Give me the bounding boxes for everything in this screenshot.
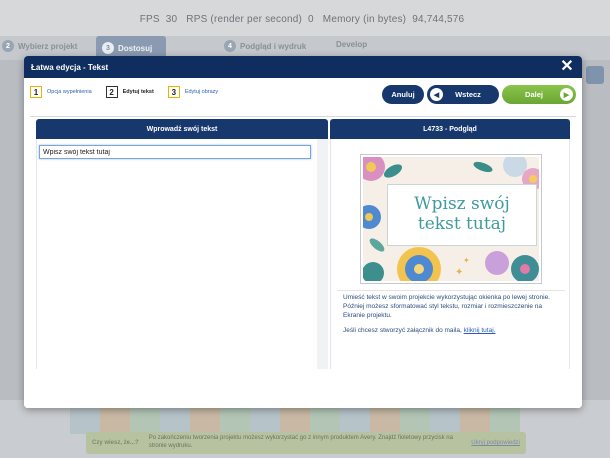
preview-line-2: tekst tutaj xyxy=(417,214,507,234)
dialog-footer xyxy=(24,373,582,408)
preview-line-1: Wpisz swój xyxy=(414,194,510,215)
bg-tab-number: 4 xyxy=(224,40,236,52)
enter-text-header: Wprowadź swój tekst xyxy=(36,119,328,139)
click-here-link[interactable]: kliknij tutaj. xyxy=(464,327,496,334)
easy-edit-text-dialog: Łatwa edycja - Tekst ✕ 1 Opcja wypełnien… xyxy=(24,56,582,408)
arrow-right-icon: ▶ xyxy=(560,88,573,101)
bg-tab-label: Dostosuj xyxy=(118,43,153,53)
wizard-steps: 1 Opcja wypełnienia 2 Edytuj tekst 3 Edy… xyxy=(30,86,218,98)
flower-center xyxy=(365,213,373,221)
email-attachment-text: Jeśli chcesz stworzyć załącznik do maila… xyxy=(343,327,462,335)
cancel-button[interactable]: Anuluj xyxy=(382,85,424,104)
flower-center xyxy=(520,264,530,274)
bg-tab-choose-project[interactable]: 2 Wybierz projekt xyxy=(2,40,77,52)
bg-tab-number: 3 xyxy=(102,42,114,54)
rps-value: 0 xyxy=(308,14,314,25)
bg-tab-label: Wybierz projekt xyxy=(18,41,78,51)
background-left-toolbar xyxy=(0,60,24,400)
text-line-input[interactable] xyxy=(39,145,311,159)
memory-label: Memory (in bytes) xyxy=(322,14,407,25)
step-edit-text[interactable]: 2 Edytuj tekst xyxy=(105,86,154,98)
fps-value: 30 xyxy=(165,14,178,25)
dialog-title: Łatwa edycja - Tekst xyxy=(31,62,109,72)
preview-header: L4733 - Podgląd xyxy=(330,119,570,139)
bg-tab-preview-print[interactable]: 4 Podgląd i wydruk xyxy=(224,40,306,52)
flower-center xyxy=(414,264,424,274)
help-text: Umieść tekst w swoim projekcie wykorzyst… xyxy=(343,294,561,343)
bg-tab-label: Podgląd i wydruk xyxy=(240,41,307,51)
arrow-left-icon: ◀ xyxy=(430,88,443,101)
memory-value: 94,744,576 xyxy=(412,14,465,25)
step-label: Opcja wypełnienia xyxy=(47,89,92,95)
step-number: 3 xyxy=(167,86,180,98)
next-button[interactable]: Dalej ▶ xyxy=(502,85,576,104)
sparkle-icon: ✦ xyxy=(463,256,470,265)
email-attachment-line: Jeśli chcesz stworzyć załącznik do maila… xyxy=(343,327,561,336)
step-number: 1 xyxy=(30,86,42,98)
header-divider xyxy=(30,116,576,117)
flower-center xyxy=(529,175,537,183)
dialog-body: 1 Opcja wypełnienia 2 Edytuj tekst 3 Edy… xyxy=(24,78,582,408)
dialog-nav-buttons: Anuluj ◀ Wstecz Dalej ▶ xyxy=(382,85,576,104)
step-fill-option[interactable]: 1 Opcja wypełnienia xyxy=(30,86,92,98)
step-label: Edytuj tekst xyxy=(122,89,154,95)
text-entry-panel xyxy=(36,139,328,369)
rps-label: RPS (render per second) xyxy=(186,14,303,25)
fps-label: FPS xyxy=(139,14,160,25)
tip-heading: Czy wiesz, że...? xyxy=(92,440,139,446)
next-button-label: Dalej xyxy=(525,90,543,99)
bg-tab-number: 2 xyxy=(2,40,14,52)
bg-tab-develop[interactable]: Develop xyxy=(336,40,367,49)
hide-tips-link[interactable]: Ukryj podpowiedzi xyxy=(471,440,520,446)
leaf-cluster xyxy=(363,262,384,281)
flower-shape xyxy=(485,251,509,275)
preview-text-box: Wpisz swój tekst tutaj xyxy=(387,184,537,246)
close-icon[interactable]: ✕ xyxy=(558,58,576,76)
background-right-toolbar xyxy=(580,60,610,400)
help-paragraph: Umieść tekst w swoim projekcie wykorzyst… xyxy=(343,294,550,319)
flower-center xyxy=(366,162,376,172)
info-divider xyxy=(337,290,565,291)
leaf-shape xyxy=(473,161,493,173)
leaf-shape xyxy=(369,238,385,252)
dialog-header: Łatwa edycja - Tekst ✕ xyxy=(24,56,582,78)
label-design: ✦ ✦ Wpisz swój tekst tutaj xyxy=(363,157,539,281)
preview-panel: ✦ ✦ Wpisz swój tekst tutaj Umieść tekst … xyxy=(330,139,570,369)
tip-bar: Czy wiesz, że...? Po zakończeniu tworzen… xyxy=(86,432,526,454)
step-label: Edytuj obrazy xyxy=(184,89,219,95)
label-preview: ✦ ✦ Wpisz swój tekst tutaj xyxy=(360,154,542,284)
tip-text: Po zakończeniu tworzenia projektu możesz… xyxy=(148,435,453,449)
step-edit-images[interactable]: 3 Edytuj obrazy xyxy=(167,86,219,98)
step-number: 2 xyxy=(105,86,118,98)
toolbar-tool-icon[interactable] xyxy=(586,66,604,84)
panel-scrollbar[interactable] xyxy=(317,139,328,369)
leaf-shape xyxy=(383,164,403,178)
sparkle-icon: ✦ xyxy=(455,267,463,278)
performance-stats: FPS 30 RPS (render per second) 0 Memory … xyxy=(0,0,610,36)
back-button[interactable]: ◀ Wstecz xyxy=(427,85,499,104)
back-button-label: Wstecz xyxy=(455,90,481,99)
bg-tab-label: Develop xyxy=(336,40,368,49)
